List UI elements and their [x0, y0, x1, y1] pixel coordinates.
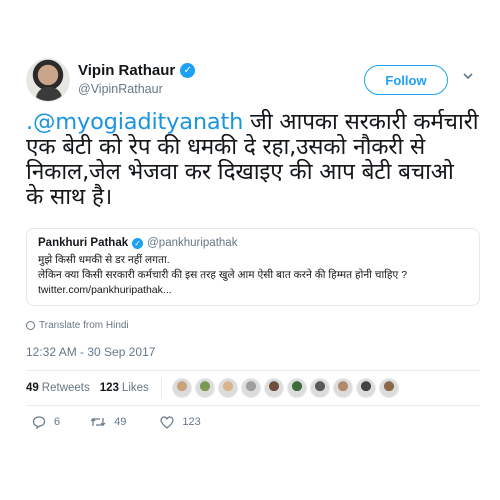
avatar[interactable]	[26, 58, 70, 102]
tweet-text-line-2: एक बेटी को रेप की धमकी दे रहा,उसको नौकरी…	[26, 134, 426, 160]
author-handle[interactable]: @VipinRathaur	[78, 82, 163, 96]
reply-count: 6	[54, 416, 61, 428]
divider-top	[26, 370, 480, 371]
tweet-card: Vipin Rathaur ✓ @VipinRathaur Follow .@m…	[0, 0, 500, 500]
tweet-actions: 6 49 123	[26, 415, 201, 429]
tweet-text-line-3: निकाल,जेल भेजवा कर दिखाइए की आप बेटी बचा…	[26, 159, 454, 185]
retweets-count: 49	[26, 382, 39, 394]
liker-avatar[interactable]	[263, 378, 284, 398]
reply-action[interactable]: 6	[32, 415, 60, 429]
liker-avatar[interactable]	[171, 378, 192, 398]
globe-icon	[26, 321, 35, 330]
retweet-action[interactable]: 49	[90, 415, 126, 429]
quoted-verified-badge-icon: ✓	[132, 237, 144, 249]
verified-badge-icon: ✓	[180, 63, 196, 78]
quoted-text-line-1: मुझे किसी धमकी से डर नहीं लगता.	[38, 254, 170, 266]
quoted-author-handle: @pankhuripathak	[147, 237, 238, 249]
liker-avatars	[171, 378, 399, 398]
stats-separator	[160, 378, 162, 398]
translate-label: Translate from Hindi	[39, 320, 129, 331]
quoted-link[interactable]: twitter.com/pankhuripathak...	[38, 283, 468, 298]
author-name-row: Vipin Rathaur ✓	[78, 62, 196, 79]
engagement-stats: 49 Retweets 123 Likes	[26, 376, 399, 400]
likes-stat[interactable]: 123 Likes	[100, 382, 149, 394]
quoted-tweet-header: Pankhuri Pathak ✓ @pankhuripathak	[38, 237, 468, 249]
quoted-text-line-2: लेकिन क्या किसी सरकारी कर्मचारी की इस तर…	[38, 269, 408, 281]
follow-button[interactable]: Follow	[364, 65, 448, 95]
liker-avatar[interactable]	[378, 378, 399, 398]
timestamp[interactable]: 12:32 AM - 30 Sep 2017	[26, 345, 155, 359]
liker-avatar[interactable]	[309, 378, 330, 398]
like-action[interactable]: 123	[160, 415, 201, 429]
author-display-name[interactable]: Vipin Rathaur	[78, 62, 175, 79]
mention-link[interactable]: .@myogiadityanath	[26, 109, 243, 135]
more-options-chevron-icon[interactable]	[462, 70, 474, 82]
liker-avatar[interactable]	[217, 378, 238, 398]
like-count: 123	[182, 416, 201, 428]
reply-icon	[32, 415, 46, 429]
liker-avatar[interactable]	[194, 378, 215, 398]
retweets-stat[interactable]: 49 Retweets	[26, 382, 90, 394]
retweet-count: 49	[114, 416, 127, 428]
retweets-label: Retweets	[41, 382, 90, 394]
retweet-icon	[90, 415, 106, 429]
heart-icon	[160, 415, 174, 429]
tweet-text-line-1: जी आपका सरकारी कर्मचारी	[243, 109, 479, 135]
liker-avatar[interactable]	[240, 378, 261, 398]
likes-count: 123	[99, 382, 119, 394]
liker-avatar[interactable]	[332, 378, 353, 398]
tweet-text: .@myogiadityanath जी आपका सरकारी कर्मचार…	[26, 110, 481, 210]
likes-label: Likes	[121, 382, 149, 394]
tweet-text-line-4: के साथ है।	[26, 184, 113, 210]
quoted-tweet[interactable]: Pankhuri Pathak ✓ @pankhuripathak मुझे क…	[26, 228, 480, 306]
divider-bottom	[26, 405, 480, 406]
liker-avatar[interactable]	[355, 378, 376, 398]
translate-link[interactable]: Translate from Hindi	[26, 320, 129, 331]
liker-avatar[interactable]	[286, 378, 307, 398]
quoted-author-name: Pankhuri Pathak	[38, 237, 129, 249]
